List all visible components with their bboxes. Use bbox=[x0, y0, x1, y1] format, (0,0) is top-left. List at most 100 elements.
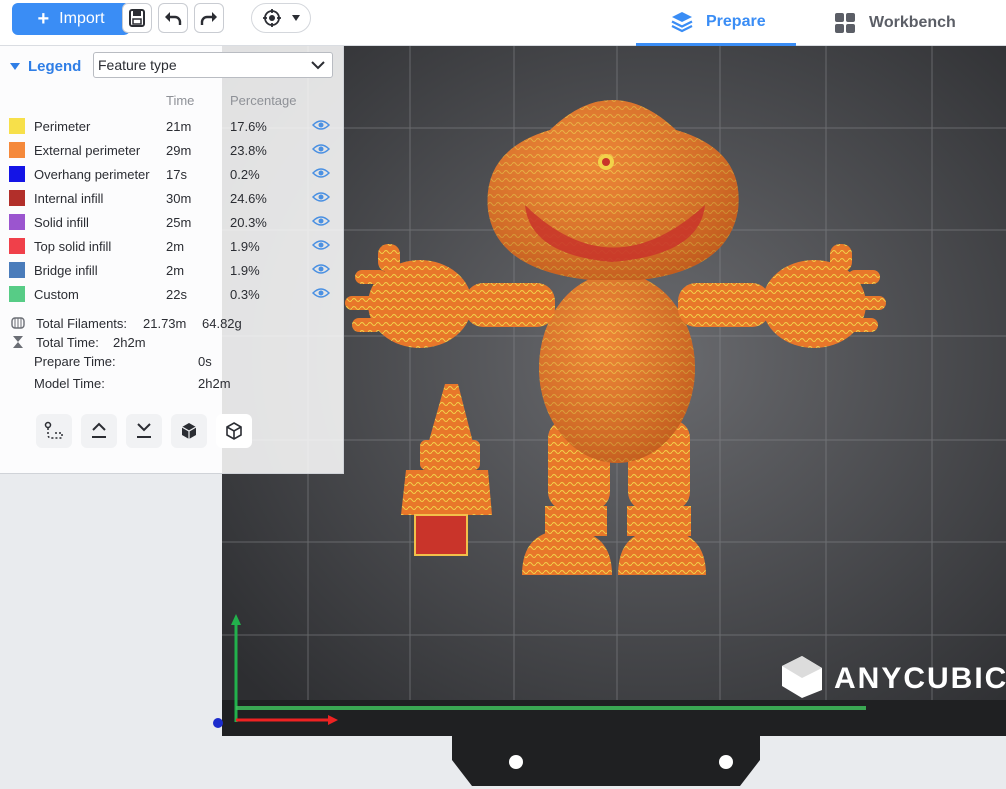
color-swatch bbox=[9, 286, 25, 302]
triangle-down-icon bbox=[10, 63, 20, 70]
import-button[interactable]: + Import bbox=[12, 3, 130, 35]
eye-icon[interactable] bbox=[312, 142, 330, 156]
travel-moves-button[interactable] bbox=[36, 414, 72, 448]
legend-row: Internal infill 30m 24.6% bbox=[0, 187, 344, 211]
feature-name: Custom bbox=[34, 287, 79, 302]
chevron-up-double-icon bbox=[92, 422, 106, 438]
time-column-header: Time bbox=[166, 93, 195, 108]
import-label: Import bbox=[59, 10, 105, 27]
feature-time: 22s bbox=[166, 287, 187, 302]
eye-icon[interactable] bbox=[312, 286, 330, 300]
color-swatch bbox=[9, 238, 25, 254]
feature-percentage: 20.3% bbox=[230, 215, 267, 230]
legend-row: Custom 22s 0.3% bbox=[0, 283, 344, 307]
feature-time: 17s bbox=[166, 167, 187, 182]
legend-row: Bridge infill 2m 1.9% bbox=[0, 259, 344, 283]
save-button[interactable] bbox=[122, 3, 152, 33]
feature-time: 21m bbox=[166, 119, 192, 134]
view-dropdown[interactable] bbox=[251, 3, 311, 33]
feature-percentage: 1.9% bbox=[230, 239, 260, 254]
color-swatch bbox=[9, 190, 25, 206]
layer-up-button[interactable] bbox=[81, 414, 117, 448]
grid-icon bbox=[835, 13, 855, 33]
total-filaments-label: Total Filaments: bbox=[36, 316, 128, 331]
prepare-time-value: 0s bbox=[198, 354, 212, 369]
legend-panel: Legend Feature type Time Percentage Peri… bbox=[0, 46, 344, 474]
layer-down-button[interactable] bbox=[126, 414, 162, 448]
legend-collapse-toggle[interactable]: Legend bbox=[10, 58, 81, 75]
prepare-time-label: Prepare Time: bbox=[34, 354, 116, 369]
view-type-value: Feature type bbox=[98, 57, 177, 73]
feature-name: Solid infill bbox=[34, 215, 89, 230]
eye-icon[interactable] bbox=[312, 238, 330, 252]
eye-icon[interactable] bbox=[312, 166, 330, 180]
eye-icon[interactable] bbox=[312, 190, 330, 204]
feature-percentage: 17.6% bbox=[230, 119, 267, 134]
legend-row: Overhang perimeter 17s 0.2% bbox=[0, 163, 344, 187]
wireframe-view-button[interactable] bbox=[216, 414, 252, 448]
solid-view-button[interactable] bbox=[171, 414, 207, 448]
eye-icon[interactable] bbox=[312, 118, 330, 132]
feature-percentage: 23.8% bbox=[230, 143, 267, 158]
feature-name: Bridge infill bbox=[34, 263, 98, 278]
caret-down-icon bbox=[292, 15, 300, 21]
travel-path-icon bbox=[44, 421, 63, 439]
plate-bracket bbox=[452, 736, 760, 786]
total-filaments-length: 21.73m bbox=[143, 316, 187, 331]
view-tools bbox=[36, 414, 252, 448]
feature-percentage: 0.2% bbox=[230, 167, 260, 182]
color-swatch bbox=[9, 166, 25, 182]
view-type-select[interactable]: Feature type bbox=[93, 52, 333, 78]
feature-name: External perimeter bbox=[34, 143, 141, 158]
total-time-label: Total Time: bbox=[36, 335, 99, 350]
filament-icon bbox=[11, 317, 25, 329]
eye-icon[interactable] bbox=[312, 262, 330, 276]
feature-time: 2m bbox=[166, 263, 185, 278]
feature-name: Perimeter bbox=[34, 119, 91, 134]
total-filaments-weight: 64.82g bbox=[202, 316, 242, 331]
model-time-label: Model Time: bbox=[34, 376, 105, 391]
tab-workbench-label: Workbench bbox=[869, 14, 956, 31]
tab-workbench[interactable]: Workbench bbox=[833, 0, 993, 46]
chevron-down-double-icon bbox=[137, 423, 151, 438]
plus-icon: + bbox=[37, 8, 50, 30]
feature-name: Overhang perimeter bbox=[34, 167, 150, 182]
chevron-down-icon bbox=[311, 61, 325, 70]
legend-row: Perimeter 21m 17.6% bbox=[0, 115, 344, 139]
layers-icon bbox=[671, 11, 693, 32]
feature-time: 30m bbox=[166, 191, 192, 206]
crosshair-icon bbox=[263, 9, 281, 27]
legend-row: Top solid infill 2m 1.9% bbox=[0, 235, 344, 259]
color-swatch bbox=[9, 142, 25, 158]
cube-outline-icon bbox=[226, 422, 242, 440]
tab-prepare[interactable]: Prepare bbox=[636, 0, 796, 46]
tab-prepare-label: Prepare bbox=[706, 12, 766, 30]
undo-button[interactable] bbox=[158, 3, 188, 33]
legend-title: Legend bbox=[28, 58, 82, 75]
eye-icon[interactable] bbox=[312, 214, 330, 228]
top-toolbar: + Import Prepare Workbench bbox=[0, 0, 1006, 46]
feature-percentage: 0.3% bbox=[230, 287, 260, 302]
feature-name: Internal infill bbox=[34, 191, 104, 206]
model-time-value: 2h2m bbox=[198, 376, 231, 391]
save-icon bbox=[129, 9, 145, 27]
feature-time: 25m bbox=[166, 215, 192, 230]
redo-button[interactable] bbox=[194, 3, 224, 33]
color-swatch bbox=[9, 214, 25, 230]
legend-row: Solid infill 25m 20.3% bbox=[0, 211, 344, 235]
percentage-column-header: Percentage bbox=[230, 93, 297, 108]
color-swatch bbox=[9, 262, 25, 278]
hourglass-icon bbox=[13, 336, 23, 348]
feature-time: 2m bbox=[166, 239, 185, 254]
feature-percentage: 24.6% bbox=[230, 191, 267, 206]
total-time-value: 2h2m bbox=[113, 335, 146, 350]
redo-icon bbox=[200, 12, 217, 25]
legend-row: External perimeter 29m 23.8% bbox=[0, 139, 344, 163]
svg-text:ANYCUBIC: ANYCUBIC bbox=[834, 662, 1006, 695]
feature-time: 29m bbox=[166, 143, 192, 158]
feature-percentage: 1.9% bbox=[230, 263, 260, 278]
feature-name: Top solid infill bbox=[34, 239, 112, 254]
color-swatch bbox=[9, 118, 25, 134]
cube-solid-icon bbox=[181, 423, 197, 439]
undo-icon bbox=[165, 12, 182, 25]
